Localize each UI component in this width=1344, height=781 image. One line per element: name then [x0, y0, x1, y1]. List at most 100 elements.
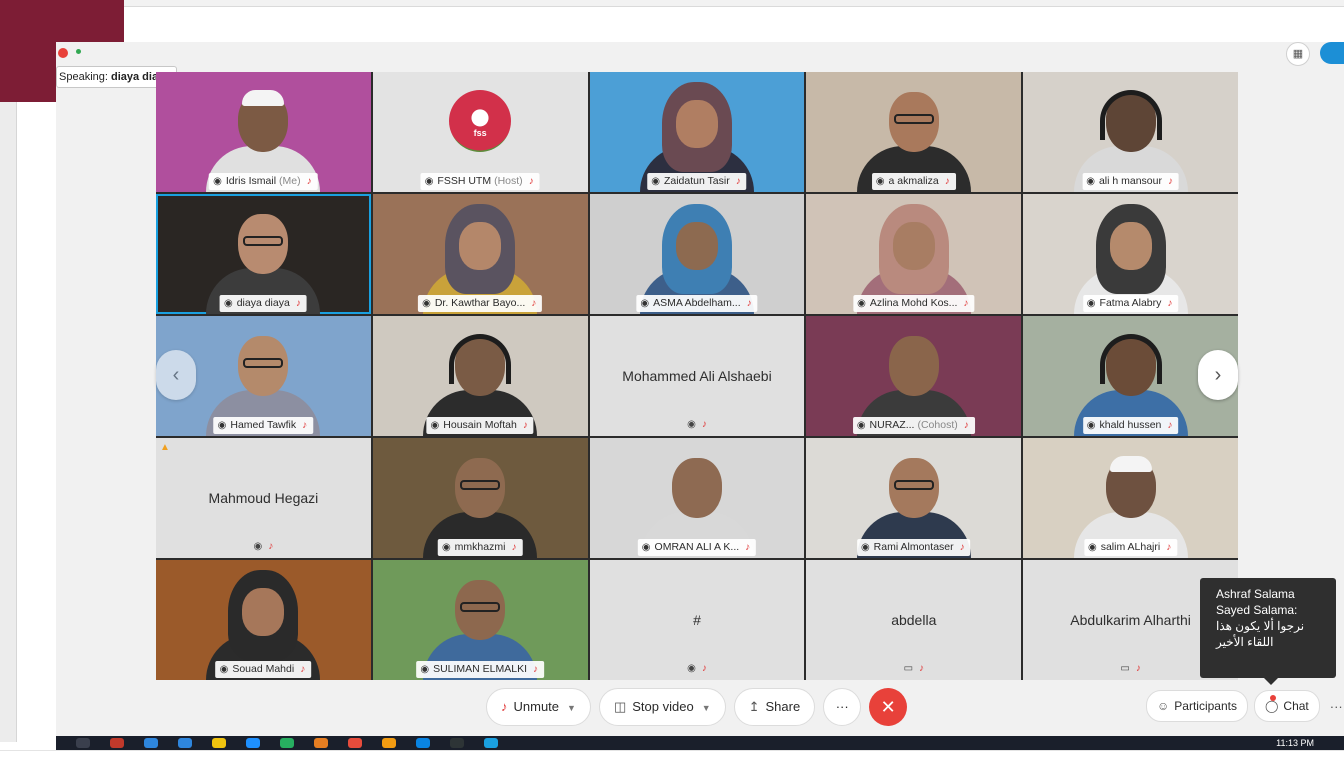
app-icon[interactable]: [382, 738, 396, 748]
participant-name-tag: ◉ Azlina Mohd Kos... ♪: [853, 295, 975, 312]
headset-icon: [1099, 90, 1162, 140]
participant-status: ◉ ♪: [156, 541, 371, 552]
previous-page-button[interactable]: ‹: [156, 350, 196, 400]
participant-tile[interactable]: ◉ Zaidatun Tasir ♪: [589, 72, 805, 192]
participant-tile[interactable]: ◉ ASMA Abdelham... ♪: [589, 194, 805, 314]
participant-role: (Host): [494, 175, 523, 187]
app-icon[interactable]: [416, 738, 430, 748]
microphone-muted-icon: ♪: [511, 542, 517, 553]
person-face: [892, 222, 935, 270]
microphone-icon: ◉: [223, 298, 233, 309]
participant-tile[interactable]: ◉ a akmaliza ♪: [806, 72, 1022, 192]
chat-label: Chat: [1283, 699, 1309, 713]
participant-tile[interactable]: ◉ Dr. Kawthar Bayo... ♪: [372, 194, 588, 314]
grid-icon[interactable]: ▦: [1286, 42, 1310, 66]
app-icon[interactable]: [450, 738, 464, 748]
start-icon[interactable]: [76, 738, 90, 748]
app-icon[interactable]: [348, 738, 362, 748]
participant-tile[interactable]: ◉ Fatma Alabry ♪: [1023, 194, 1238, 314]
chat-notification-popup[interactable]: Ashraf Salama Sayed Salama: نرجوا ألا يك…: [1200, 578, 1336, 685]
glasses-icon: [893, 480, 934, 490]
chat-button[interactable]: ◯ Chat: [1253, 690, 1320, 722]
participant-tile[interactable]: ◉ diaya diaya ♪: [156, 194, 371, 314]
participant-name: Dr. Kawthar Bayo...: [434, 297, 526, 309]
participant-name: Housain Moftah: [443, 419, 517, 431]
folder-icon[interactable]: [212, 738, 226, 748]
participant-tile[interactable]: fss ◉ FSSH UTM (Host) ♪: [372, 72, 588, 192]
microphone-icon: ◉: [1087, 542, 1097, 553]
app-icon[interactable]: [314, 738, 328, 748]
chevron-down-icon[interactable]: ▼: [702, 703, 711, 713]
stop-video-button[interactable]: ◫ Stop video ▼: [598, 688, 726, 726]
participant-tile[interactable]: ◉ OMRAN ALI A K... ♪: [589, 438, 805, 558]
left-window-edge: [0, 102, 17, 742]
profile-avatar[interactable]: [1320, 42, 1344, 64]
participant-name-tag: ◉ ASMA Abdelham... ♪: [636, 295, 758, 312]
person-face: [242, 588, 285, 636]
microphone-icon: ◉: [424, 176, 434, 187]
microphone-muted-icon: ♪: [531, 298, 537, 309]
microphone-icon: ◉: [430, 420, 440, 431]
microphone-muted-icon: ♪: [735, 176, 741, 187]
headset-icon: [1099, 334, 1162, 384]
unmute-button[interactable]: ♪ Unmute ▼: [486, 688, 591, 726]
participant-tile[interactable]: ◉ Housain Moftah ♪: [372, 316, 588, 436]
share-button[interactable]: ↥ Share: [733, 688, 816, 726]
participant-name-tag: ◉ Zaidatun Tasir ♪: [647, 173, 747, 190]
more-icon[interactable]: ···: [1326, 699, 1344, 714]
microphone-muted-icon: ♪: [746, 298, 752, 309]
connection-icon: [76, 49, 81, 54]
participant-tile[interactable]: ◉ NURAZ... (Cohost) ♪: [806, 316, 1022, 436]
microphone-muted-icon: ♪: [522, 420, 528, 431]
microphone-muted-icon: ♪: [501, 699, 508, 714]
microphone-muted-icon: ♪: [300, 664, 306, 675]
app-icon[interactable]: [280, 738, 294, 748]
person-head: [888, 336, 939, 396]
recording-icon: [58, 48, 68, 58]
participant-tile[interactable]: # ◉ ♪: [589, 560, 805, 680]
participant-tile[interactable]: ◉ Rami Almontaser ♪: [806, 438, 1022, 558]
participant-tile[interactable]: ◉ mmkhazmi ♪: [372, 438, 588, 558]
share-label: Share: [765, 699, 801, 714]
warning-icon: ▲: [160, 442, 170, 453]
chevron-down-icon[interactable]: ▼: [567, 703, 576, 713]
participant-tile[interactable]: ◉ ali h mansour ♪: [1023, 72, 1238, 192]
leave-meeting-button[interactable]: ✕: [869, 688, 908, 726]
participant-tile[interactable]: abdella ▭ ♪: [806, 560, 1022, 680]
next-page-button[interactable]: ›: [1198, 350, 1238, 400]
app-icon[interactable]: [144, 738, 158, 748]
glasses-icon: [243, 236, 284, 246]
app-icon[interactable]: [246, 738, 260, 748]
participant-tile[interactable]: ◉ salim ALhajri ♪: [1023, 438, 1238, 558]
microphone-icon: ◉: [217, 420, 227, 431]
app-icon[interactable]: [110, 738, 124, 748]
person-icon: ☺: [1157, 699, 1170, 713]
more-options-button[interactable]: ···: [823, 688, 862, 726]
participant-tile[interactable]: ▲ Mahmoud Hegazi ◉ ♪: [156, 438, 371, 558]
participant-name-tag: ◉ Hamed Tawfik ♪: [213, 417, 314, 434]
unmute-label: Unmute: [513, 699, 560, 714]
microphone-muted-icon: ♪: [302, 420, 308, 431]
participant-name-tag: ◉ Fatma Alabry ♪: [1082, 295, 1179, 312]
participant-tile[interactable]: ◉ SULIMAN ELMALKI ♪: [372, 560, 588, 680]
screen-icon: ▭: [903, 663, 914, 674]
taskbar-clock: 11:13 PM: [1276, 738, 1314, 748]
participant-tile[interactable]: ◉ Souad Mahdi ♪: [156, 560, 371, 680]
app-icon[interactable]: [178, 738, 192, 748]
participant-role: (Cohost): [917, 419, 958, 431]
microphone-icon: ◉: [875, 176, 885, 187]
microphone-muted-icon: ♪: [701, 663, 707, 674]
microphone-muted-icon: ♪: [1167, 176, 1173, 187]
participant-tile[interactable]: ◉ Azlina Mohd Kos... ♪: [806, 194, 1022, 314]
participant-video-grid: ◉ Idris Ismail (Me) ♪ fss ◉ FSSH UTM (Host) ♪ ◉ Za…: [156, 72, 1238, 680]
person-head: [671, 458, 722, 518]
organization-logo: fss: [449, 90, 512, 152]
participant-tile[interactable]: Mohammed Ali Alshaebi ◉ ♪: [589, 316, 805, 436]
microphone-icon: ◉: [253, 541, 263, 552]
participants-button[interactable]: ☺ Participants: [1146, 690, 1248, 722]
participant-name: #: [693, 612, 701, 628]
webex-icon[interactable]: [484, 738, 498, 748]
participant-status: ▭ ♪: [806, 663, 1021, 674]
participant-tile[interactable]: ◉ Idris Ismail (Me) ♪: [156, 72, 371, 192]
screen-icon: ▭: [1120, 663, 1130, 674]
